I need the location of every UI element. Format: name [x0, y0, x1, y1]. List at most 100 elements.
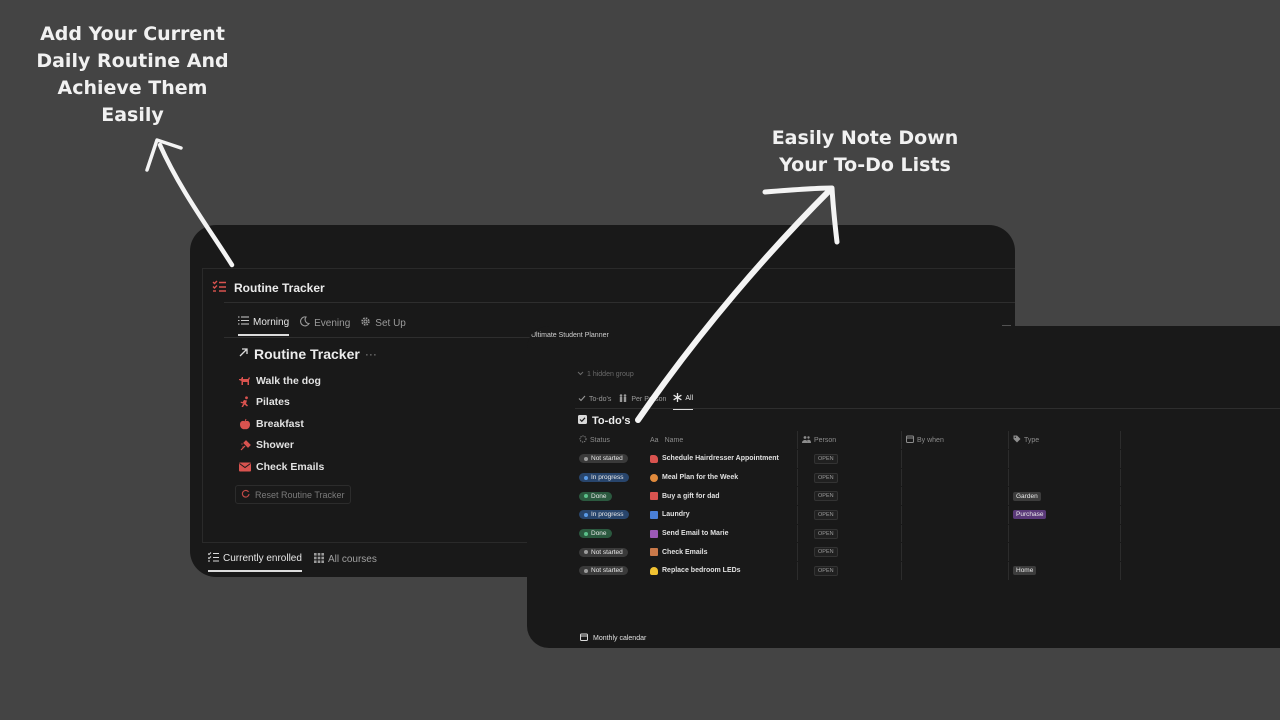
item-label: Pilates — [256, 396, 290, 409]
reset-button[interactable]: Reset Routine Tracker — [235, 485, 351, 504]
reset-label: Reset Routine Tracker — [255, 489, 345, 500]
status-badge: Not started — [579, 547, 628, 557]
breadcrumb[interactable]: Ultimate Student Planner — [531, 332, 609, 339]
callout-routine: Add Your Current Daily Routine And Achie… — [30, 21, 235, 129]
running-icon — [238, 396, 251, 409]
tab-morning[interactable]: Morning — [238, 316, 290, 336]
checklist-icon — [212, 279, 226, 297]
type-cell[interactable] — [1008, 450, 1121, 468]
status-cell[interactable]: Not started — [575, 562, 649, 580]
tab-label: Currently enrolled — [223, 553, 302, 564]
open-button[interactable]: OPEN — [814, 472, 838, 483]
list-item[interactable]: Breakfast — [238, 413, 324, 435]
type-cell[interactable] — [1008, 543, 1121, 562]
tab-currently-enrolled[interactable]: Currently enrolled — [207, 552, 302, 572]
database-title: To-do's — [578, 415, 630, 427]
column-label: Person — [814, 436, 837, 444]
callout-line: Daily Routine And — [36, 50, 229, 72]
name-cell[interactable]: Schedule Hairdresser Appointment — [647, 450, 797, 468]
footer-label: Monthly calendar — [593, 634, 647, 642]
apple-icon — [238, 417, 251, 430]
tab-label: Evening — [314, 317, 351, 329]
tag-icon — [1013, 435, 1021, 445]
checklist-icon — [207, 552, 219, 565]
status-badge: Not started — [579, 454, 628, 464]
mail-icon — [238, 460, 251, 473]
tab-set-up[interactable]: Set Up — [360, 316, 406, 336]
name-cell[interactable]: Laundry — [647, 506, 797, 524]
routine-header: Routine Tracker — [212, 279, 325, 297]
column-type[interactable]: Type — [1008, 431, 1121, 449]
list-item[interactable]: Pilates — [238, 392, 324, 414]
list-item[interactable]: Shower — [238, 435, 324, 457]
open-button[interactable]: OPEN — [814, 528, 838, 539]
item-label: Shower — [256, 439, 294, 452]
type-cell[interactable] — [1008, 468, 1121, 487]
column-label: Name — [664, 436, 684, 444]
by-when-cell[interactable] — [901, 562, 1013, 580]
open-button[interactable]: OPEN — [814, 565, 838, 576]
item-label: Breakfast — [256, 417, 304, 430]
open-cell: OPEN — [814, 487, 838, 505]
open-cell: OPEN — [814, 469, 838, 487]
open-cell: OPEN — [814, 525, 838, 543]
name-cell[interactable]: Buy a gift for dad — [647, 487, 797, 505]
column-by-when[interactable]: By when — [901, 431, 1013, 449]
calendar-icon — [580, 633, 588, 643]
column-label: Type — [1024, 436, 1040, 444]
open-cell: OPEN — [814, 450, 838, 468]
by-when-cell[interactable] — [901, 543, 1013, 562]
column-status[interactable]: Status — [575, 431, 649, 449]
column-person[interactable]: Person — [797, 431, 907, 449]
lightbulb-icon — [650, 566, 658, 575]
open-button[interactable]: OPEN — [814, 491, 838, 502]
status-cell[interactable]: In progress — [575, 506, 649, 524]
type-tag: Garden — [1013, 491, 1041, 501]
asterisk-icon — [673, 393, 683, 404]
column-name[interactable]: Aa Name — [647, 431, 797, 449]
open-button[interactable]: OPEN — [814, 509, 838, 520]
by-when-cell[interactable] — [901, 487, 1013, 506]
open-button[interactable]: OPEN — [814, 453, 838, 464]
tab-all-courses[interactable]: All courses — [313, 552, 377, 572]
callout-todo: Easily Note Down Your To-Do Lists — [765, 125, 965, 179]
status-cell[interactable]: In progress — [575, 469, 649, 487]
by-when-cell[interactable] — [901, 450, 1013, 468]
tab-label: Morning — [253, 316, 290, 328]
status-cell[interactable]: Done — [575, 487, 649, 505]
name-cell[interactable]: Send Email to Marie — [647, 525, 797, 543]
name-cell[interactable]: Meal Plan for the Week — [647, 469, 797, 487]
more-options-icon[interactable]: ··· — [365, 347, 377, 361]
people-icon — [802, 435, 811, 445]
callout-line: Add Your Current — [40, 23, 225, 45]
list-title[interactable]: Routine Tracker — [254, 346, 360, 362]
callout-line: Easily — [101, 104, 164, 126]
view-label: Per Person — [631, 395, 667, 403]
list-item[interactable]: Walk the dog — [238, 370, 324, 392]
database-title-text[interactable]: To-do's — [592, 415, 630, 427]
status-cell[interactable]: Not started — [575, 450, 649, 468]
item-label: Walk the dog — [256, 374, 321, 387]
tab-evening[interactable]: Evening — [299, 316, 350, 336]
type-cell[interactable]: Purchase — [1008, 506, 1121, 524]
item-label: Check Emails — [256, 460, 325, 473]
tab-label: Set Up — [375, 317, 406, 329]
by-when-cell[interactable] — [901, 524, 1013, 543]
by-when-cell[interactable] — [901, 506, 1013, 524]
status-cell[interactable]: Not started — [575, 543, 649, 561]
status-badge: In progress — [579, 510, 629, 520]
monthly-calendar-link[interactable]: Monthly calendar — [580, 633, 646, 643]
type-cell[interactable] — [1008, 524, 1121, 543]
type-cell[interactable]: Garden — [1008, 487, 1121, 506]
type-cell[interactable]: Home — [1008, 562, 1121, 580]
name-cell[interactable]: Replace bedroom LEDs — [647, 562, 797, 580]
chevron-down-icon — [577, 371, 584, 378]
hidden-group-toggle[interactable]: 1 hidden group — [577, 371, 634, 378]
list-item[interactable]: Check Emails — [238, 456, 324, 478]
open-button[interactable]: OPEN — [814, 547, 838, 558]
food-icon — [650, 473, 658, 482]
refresh-icon — [241, 489, 250, 500]
name-cell[interactable]: Check Emails — [647, 543, 797, 561]
status-cell[interactable]: Done — [575, 525, 649, 543]
by-when-cell[interactable] — [901, 468, 1013, 487]
